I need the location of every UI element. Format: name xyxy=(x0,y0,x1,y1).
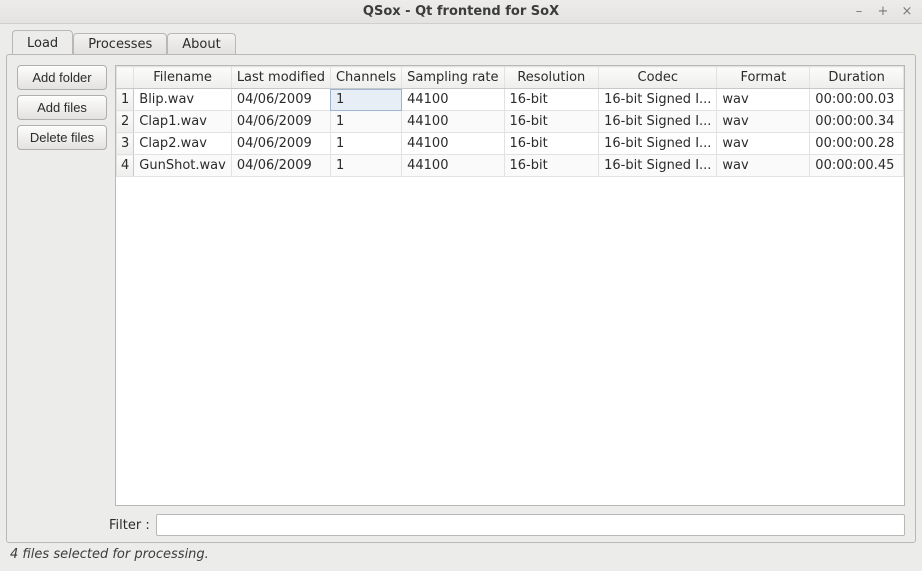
cell-channels[interactable]: 1 xyxy=(330,89,401,111)
cell-sampling_rate[interactable]: 44100 xyxy=(402,89,504,111)
cell-filename[interactable]: Clap1.wav xyxy=(134,111,232,133)
cell-channels[interactable]: 1 xyxy=(330,133,401,155)
cell-duration[interactable]: 00:00:00.34 xyxy=(810,111,904,133)
status-bar: 4 files selected for processing. xyxy=(8,547,914,565)
col-last-modified[interactable]: Last modified xyxy=(231,67,330,89)
col-channels[interactable]: Channels xyxy=(330,67,401,89)
cell-sampling_rate[interactable]: 44100 xyxy=(402,155,504,177)
close-icon[interactable]: × xyxy=(900,4,914,19)
table-row[interactable]: 1Blip.wav04/06/200914410016-bit16-bit Si… xyxy=(117,89,904,111)
tab-load[interactable]: Load xyxy=(12,30,73,54)
cell-resolution[interactable]: 16-bit xyxy=(504,155,599,177)
cell-resolution[interactable]: 16-bit xyxy=(504,133,599,155)
cell-codec[interactable]: 16-bit Signed I... xyxy=(599,133,717,155)
cell-last_modified[interactable]: 04/06/2009 xyxy=(231,155,330,177)
col-codec[interactable]: Codec xyxy=(599,67,717,89)
cell-format[interactable]: wav xyxy=(717,133,810,155)
cell-last_modified[interactable]: 04/06/2009 xyxy=(231,133,330,155)
col-resolution[interactable]: Resolution xyxy=(504,67,599,89)
col-filename[interactable]: Filename xyxy=(134,67,232,89)
row-number[interactable]: 4 xyxy=(117,155,134,177)
cell-channels[interactable]: 1 xyxy=(330,111,401,133)
app-frame: Load Processes About Add folder Add file… xyxy=(6,30,916,565)
delete-files-button[interactable]: Delete files xyxy=(17,125,107,150)
col-sampling-rate[interactable]: Sampling rate xyxy=(402,67,504,89)
button-column: Add folder Add files Delete files xyxy=(17,65,107,506)
add-files-button[interactable]: Add files xyxy=(17,95,107,120)
tab-about[interactable]: About xyxy=(167,33,235,55)
table-row[interactable]: 2Clap1.wav04/06/200914410016-bit16-bit S… xyxy=(117,111,904,133)
row-corner xyxy=(117,67,134,89)
cell-format[interactable]: wav xyxy=(717,111,810,133)
row-number[interactable]: 2 xyxy=(117,111,134,133)
minimize-icon[interactable]: – xyxy=(852,4,866,19)
cell-duration[interactable]: 00:00:00.03 xyxy=(810,89,904,111)
cell-codec[interactable]: 16-bit Signed I... xyxy=(599,89,717,111)
cell-codec[interactable]: 16-bit Signed I... xyxy=(599,155,717,177)
cell-filename[interactable]: Blip.wav xyxy=(134,89,232,111)
cell-last_modified[interactable]: 04/06/2009 xyxy=(231,111,330,133)
cell-filename[interactable]: Clap2.wav xyxy=(134,133,232,155)
tab-bar: Load Processes About xyxy=(6,30,916,54)
col-duration[interactable]: Duration xyxy=(810,67,904,89)
row-number[interactable]: 3 xyxy=(117,133,134,155)
maximize-icon[interactable]: + xyxy=(876,4,890,19)
cell-duration[interactable]: 00:00:00.28 xyxy=(810,133,904,155)
filter-label: Filter : xyxy=(109,518,150,533)
tab-page-load: Add folder Add files Delete files Filena… xyxy=(6,54,916,543)
add-folder-button[interactable]: Add folder xyxy=(17,65,107,90)
tab-processes[interactable]: Processes xyxy=(73,33,167,55)
table-row[interactable]: 3Clap2.wav04/06/200914410016-bit16-bit S… xyxy=(117,133,904,155)
col-format[interactable]: Format xyxy=(717,67,810,89)
cell-codec[interactable]: 16-bit Signed I... xyxy=(599,111,717,133)
table-header-row: Filename Last modified Channels Sampling… xyxy=(117,67,904,89)
cell-format[interactable]: wav xyxy=(717,89,810,111)
cell-last_modified[interactable]: 04/06/2009 xyxy=(231,89,330,111)
cell-sampling_rate[interactable]: 44100 xyxy=(402,111,504,133)
filter-input[interactable] xyxy=(156,514,905,536)
file-table[interactable]: Filename Last modified Channels Sampling… xyxy=(115,65,905,506)
cell-sampling_rate[interactable]: 44100 xyxy=(402,133,504,155)
table-row[interactable]: 4GunShot.wav04/06/200914410016-bit16-bit… xyxy=(117,155,904,177)
cell-resolution[interactable]: 16-bit xyxy=(504,89,599,111)
cell-format[interactable]: wav xyxy=(717,155,810,177)
filter-row: Filter : xyxy=(17,514,905,536)
cell-resolution[interactable]: 16-bit xyxy=(504,111,599,133)
window-title: QSox - Qt frontend for SoX xyxy=(0,4,922,19)
cell-duration[interactable]: 00:00:00.45 xyxy=(810,155,904,177)
cell-channels[interactable]: 1 xyxy=(330,155,401,177)
titlebar: QSox - Qt frontend for SoX – + × xyxy=(0,0,922,24)
cell-filename[interactable]: GunShot.wav xyxy=(134,155,232,177)
row-number[interactable]: 1 xyxy=(117,89,134,111)
